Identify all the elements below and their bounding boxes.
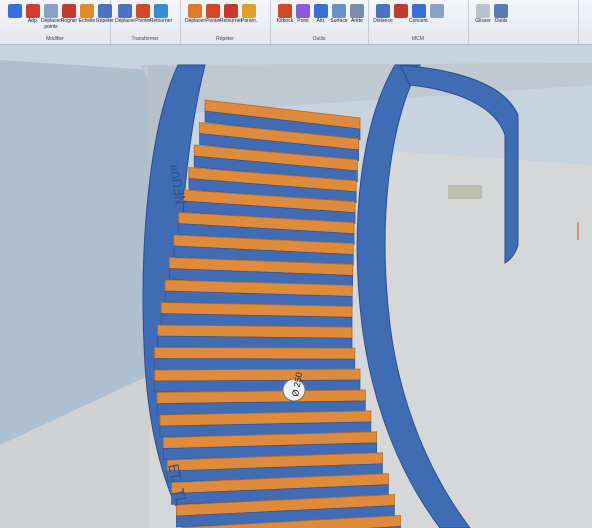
stair-riser: [154, 358, 356, 371]
ribbon-tool-label: Retourner: [149, 18, 173, 24]
ribbon-tool-2-3[interactable]: Param.: [236, 4, 262, 34]
transform-flip-icon: [154, 4, 168, 18]
ribbon-tool-label: Adp.: [27, 18, 39, 24]
stair-tread: [154, 368, 361, 382]
ribbon-group-0: Adp. Déplacer points Rogner Echelle Répéter M…: [0, 0, 114, 44]
ribbon-tool-1-2[interactable]: Retourner: [148, 4, 174, 34]
3d-viewport[interactable]: ᴚ∩⊓ƎN ET TL Ø 250: [0, 45, 592, 528]
ribbon-group-caption: MCM: [412, 36, 424, 42]
stair-tread: [154, 347, 356, 360]
ribbon-group-caption: Modifier: [46, 36, 64, 42]
ribbon-group-3: Kitbock Point Attr. Surface Arête Outils: [270, 0, 369, 44]
ribbon-tool-label: Outils: [494, 18, 508, 24]
ribbon-group-1: Déplacer Pivoter Retourner Transformer: [110, 0, 181, 44]
ribbon-tool-label: Param.: [240, 18, 258, 24]
ribbon-group-2: Déplacer Pivoter Retourner Param. Répéter: [180, 0, 271, 44]
parameters-icon: [242, 4, 256, 18]
ribbon-group-caption: Outils: [312, 36, 326, 42]
ribbon-group-caption: Transformer: [131, 36, 159, 42]
ribbon-group-caption: Répéter: [216, 36, 234, 42]
ribbon-tool-3-4[interactable]: Arête: [344, 4, 370, 34]
ribbon-group-4: Distance Concent. MCM: [368, 0, 469, 44]
ribbon-tool-4-3[interactable]: [424, 4, 450, 34]
small-block: [448, 185, 482, 199]
edge-icon: [350, 4, 364, 18]
ribbon-tool-label: Arête: [351, 18, 363, 24]
ribbon-tool-5-1[interactable]: Outils: [488, 4, 514, 34]
mcm-small-icon: [430, 4, 444, 18]
ribbon-group-5: Glisser Outils: [468, 0, 579, 44]
ribbon-tool-label: Point: [297, 18, 309, 24]
tools-icon: [494, 4, 508, 18]
ribbon-toolbar: Adp. Déplacer points Rogner Echelle Répéter M…: [0, 0, 592, 45]
ribbon-tool-label: Attr.: [316, 18, 326, 24]
